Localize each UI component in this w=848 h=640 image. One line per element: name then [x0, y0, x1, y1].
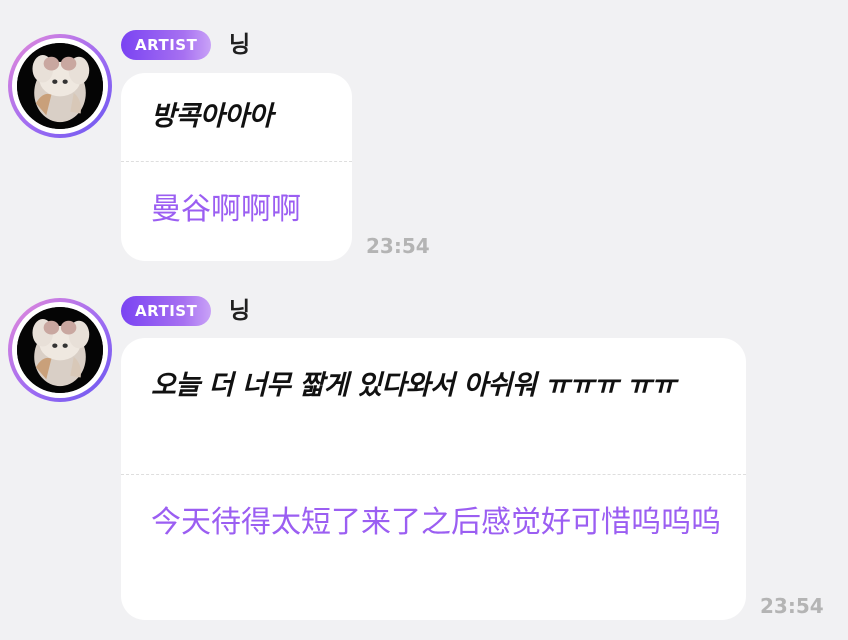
avatar[interactable]	[8, 34, 112, 138]
message-text-translation: 曼谷啊啊啊	[151, 192, 301, 227]
cat-avatar-icon	[17, 307, 103, 393]
cat-avatar-icon	[17, 43, 103, 129]
message-item: ARTIST 닝 오늘 더 너무 짧게 있다와서 아쉬워 ㅠㅠㅠ ㅠㅠ 今天待得…	[0, 280, 848, 640]
avatar[interactable]	[8, 298, 112, 402]
message-text-original: 방콕아아아	[151, 101, 273, 132]
artist-badge: ARTIST	[121, 296, 212, 326]
message-bubble[interactable]: 방콕아아아 曼谷啊啊啊	[121, 73, 352, 261]
sender-name: 닝	[229, 32, 251, 58]
translation-divider	[121, 474, 746, 475]
translation-divider	[121, 161, 352, 162]
message-bubble[interactable]: 오늘 더 너무 짧게 있다와서 아쉬워 ㅠㅠㅠ ㅠㅠ 今天待得太短了来了之后感觉…	[121, 338, 746, 620]
message-text-translation: 今天待得太短了来了之后感觉好可惜呜呜呜	[151, 505, 721, 540]
message-text-original: 오늘 더 너무 짧게 있다와서 아쉬워 ㅠㅠㅠ ㅠㅠ	[151, 370, 676, 401]
message-timestamp: 23:54	[366, 234, 430, 258]
artist-badge: ARTIST	[121, 30, 212, 60]
sender-name: 닝	[229, 298, 251, 324]
message-item: ARTIST 닝 방콕아아아 曼谷啊啊啊 23:54	[0, 0, 848, 280]
message-timestamp: 23:54	[760, 594, 824, 618]
